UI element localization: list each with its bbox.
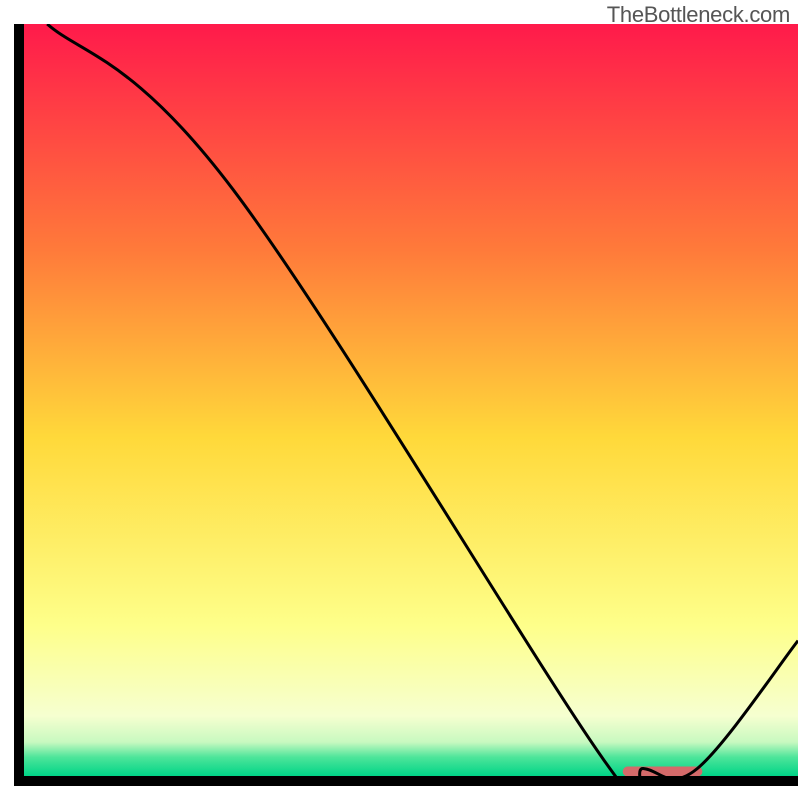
chart-svg [0,0,800,800]
watermark-label: TheBottleneck.com [607,2,790,28]
bottleneck-chart: TheBottleneck.com [0,0,800,800]
gradient-background [24,24,798,776]
